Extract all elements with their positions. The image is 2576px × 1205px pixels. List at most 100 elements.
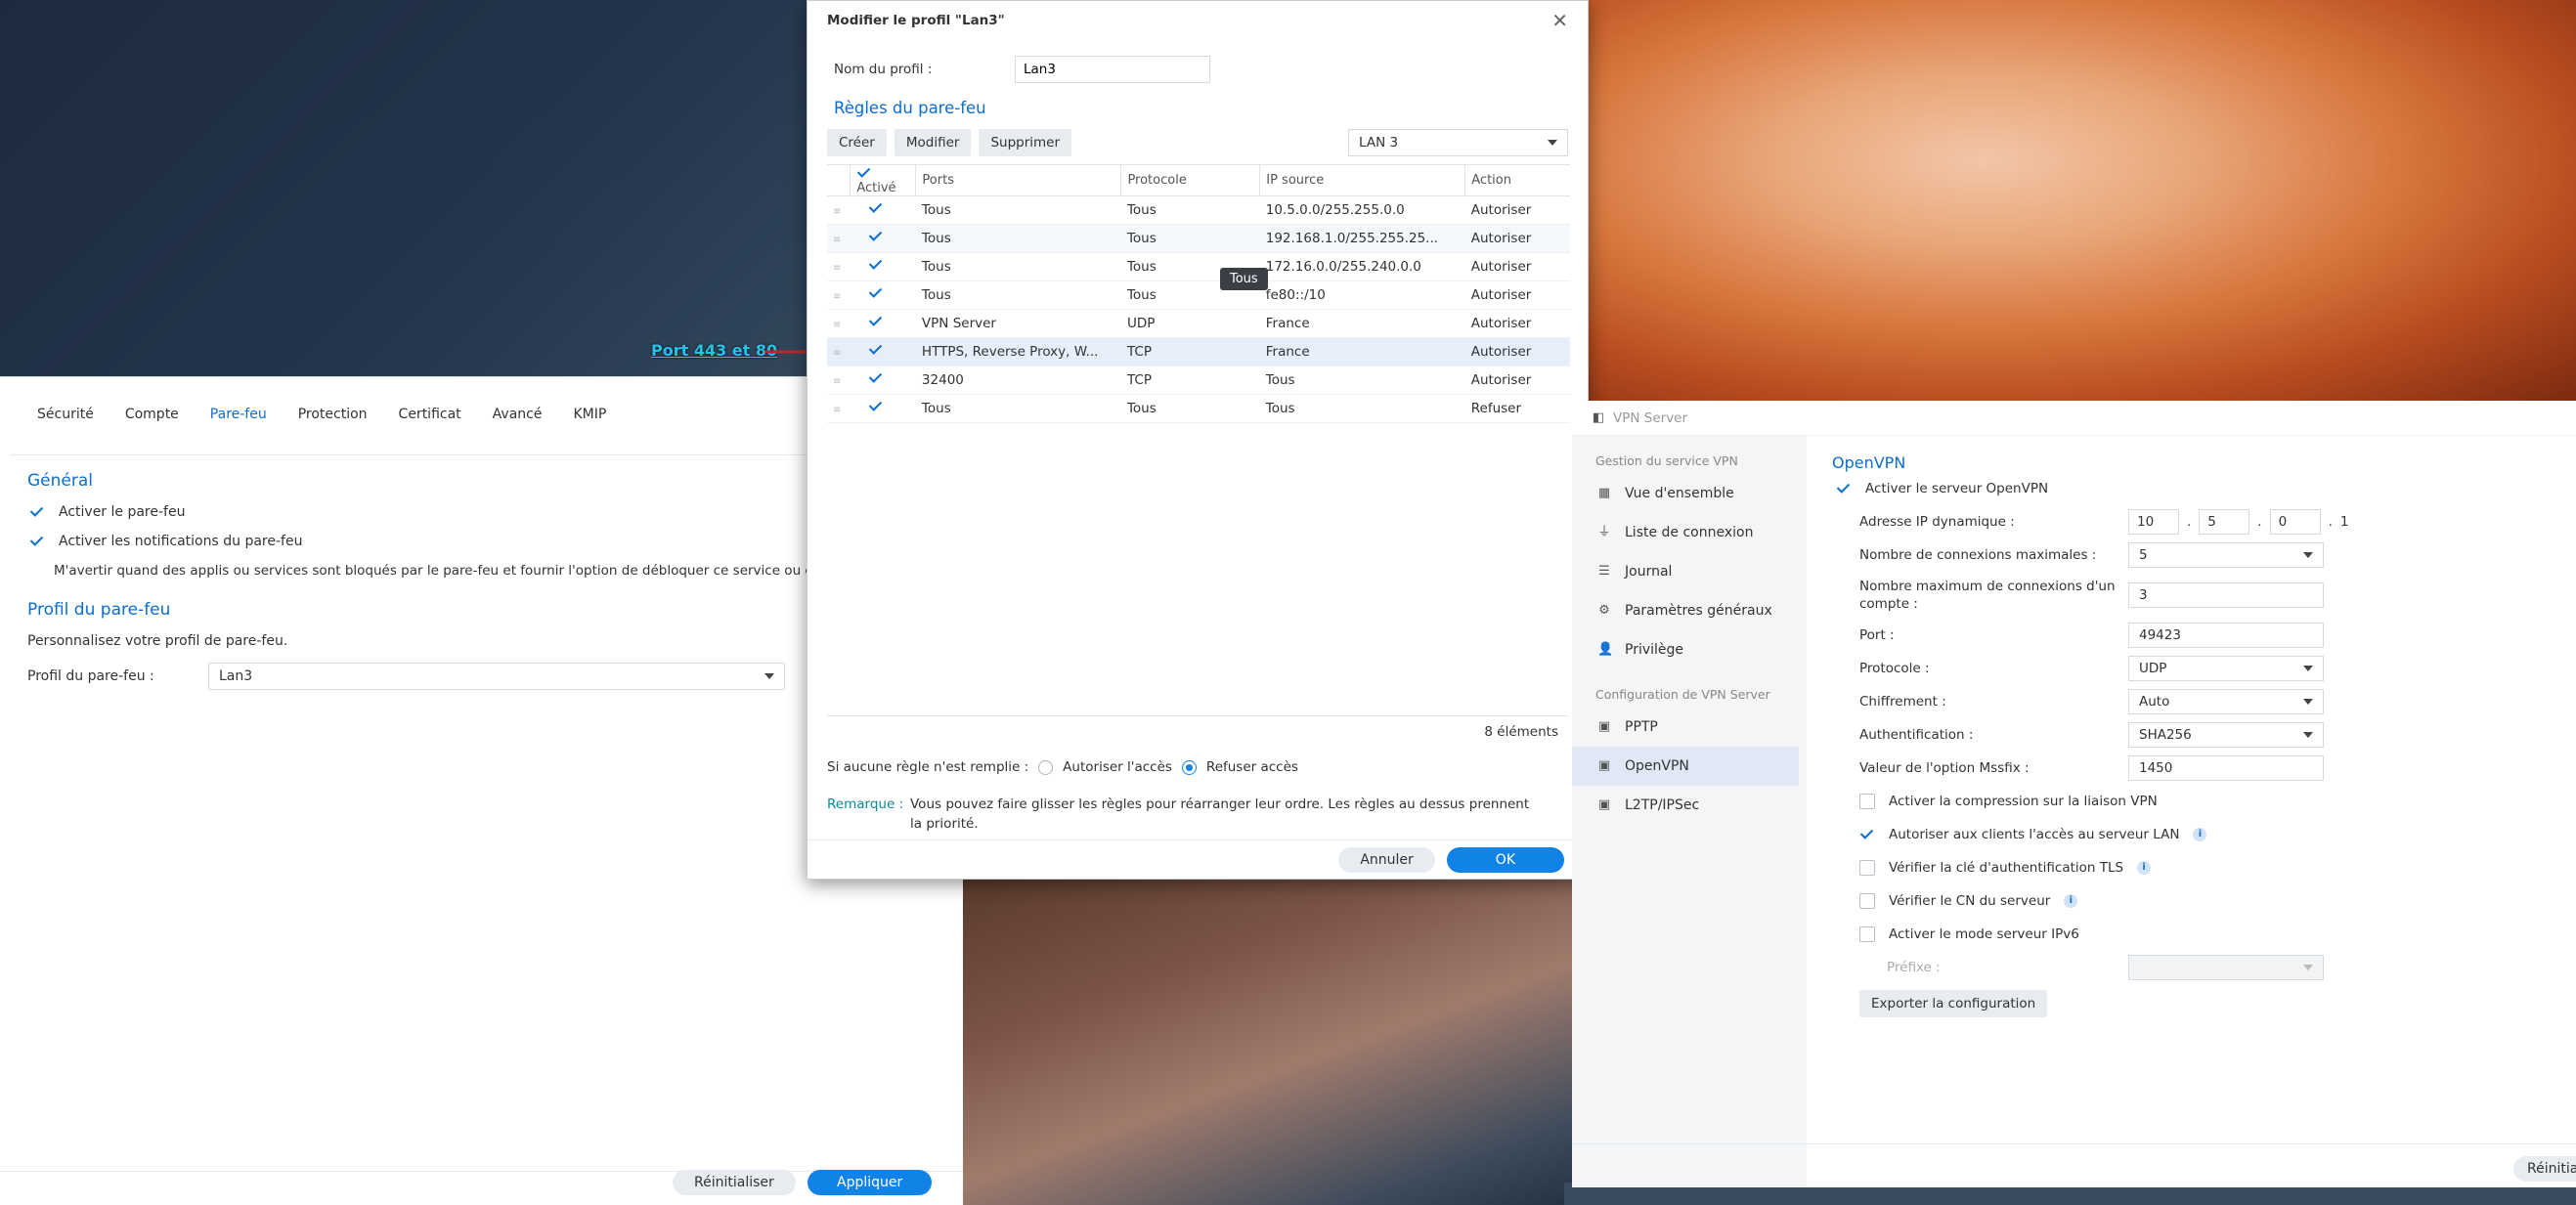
check-icon: [29, 534, 45, 549]
interface-select[interactable]: LAN 3: [1348, 129, 1568, 156]
apply-button[interactable]: Appliquer: [808, 1170, 933, 1195]
create-button[interactable]: Créer: [827, 129, 887, 156]
check-icon[interactable]: [868, 257, 884, 273]
sidebar-item-general-settings[interactable]: ⚙ Paramètres généraux: [1572, 591, 1807, 630]
tab-avance[interactable]: Avancé: [493, 407, 543, 430]
sidebar-item-privilege[interactable]: 👤 Privilège: [1572, 630, 1807, 669]
table-row[interactable]: ≡ Tous Tous 192.168.1.0/255.255.25... Au…: [827, 224, 1570, 253]
table-row[interactable]: ≡ 32400 TCP Tous Autoriser: [827, 366, 1570, 395]
auth-select[interactable]: SHA256: [2128, 722, 2324, 748]
delete-button[interactable]: Supprimer: [979, 129, 1072, 156]
drag-handle-icon[interactable]: ≡: [833, 348, 841, 359]
ok-button[interactable]: OK: [1446, 846, 1564, 873]
drag-handle-icon[interactable]: ≡: [833, 291, 841, 302]
max-account-value: 3: [2139, 587, 2148, 603]
drag-handle-icon[interactable]: ≡: [833, 320, 841, 330]
source-header[interactable]: IP source: [1259, 164, 1465, 196]
check-icon[interactable]: [868, 200, 884, 216]
close-icon[interactable]: ✕: [1551, 9, 1568, 32]
tab-compte[interactable]: Compte: [125, 407, 179, 430]
tab-protection[interactable]: Protection: [298, 407, 368, 430]
max-account-input[interactable]: 3: [2128, 582, 2324, 608]
tab-pare-feu[interactable]: Pare-feu: [210, 407, 267, 430]
lan-access-checkbox[interactable]: Autoriser aux clients l'accès au serveur…: [1832, 818, 2576, 851]
tls-label: Vérifier la clé d'authentification TLS: [1889, 860, 2124, 876]
compression-checkbox[interactable]: Activer la compression sur la liaison VP…: [1832, 785, 2576, 818]
rule-protocol: Tous: [1120, 195, 1260, 225]
action-header[interactable]: Action: [1464, 164, 1570, 196]
modify-button[interactable]: Modifier: [894, 129, 972, 156]
vpn-title-bar: ◧ VPN Server: [1572, 401, 2576, 436]
remark-label: Remarque :: [827, 796, 904, 812]
info-icon[interactable]: i: [2193, 828, 2207, 841]
sidebar-item-openvpn[interactable]: ▣ OpenVPN: [1572, 747, 1799, 786]
enable-openvpn-label: Activer le serveur OpenVPN: [1865, 481, 2049, 496]
check-icon[interactable]: [868, 229, 884, 244]
table-row[interactable]: ≡ Tous Tous 172.16.0.0/255.240.0.0 Autor…: [827, 252, 1570, 281]
rule-source: France: [1259, 309, 1465, 338]
port-input[interactable]: 49423: [2128, 623, 2324, 648]
mssfix-input[interactable]: 1450: [2128, 755, 2324, 781]
rules-heading: Règles du pare-feu: [834, 99, 986, 117]
check-icon[interactable]: [868, 399, 884, 414]
sidebar-item-l2tp[interactable]: ▣ L2TP/IPSec: [1572, 786, 1807, 825]
export-config-button[interactable]: Exporter la configuration: [1859, 990, 2048, 1017]
allow-access-radio[interactable]: [1038, 759, 1054, 775]
protocol-label: Protocole :: [1859, 661, 1930, 676]
mssfix-row: Valeur de l'option Mssfix : 1450: [1832, 752, 2576, 785]
check-icon[interactable]: [868, 370, 884, 386]
chevron-down-icon: [1548, 140, 1557, 146]
table-row[interactable]: ≡ Tous Tous fe80::/10 Autoriser: [827, 280, 1570, 310]
chevron-down-icon: [2303, 732, 2313, 738]
protocol-header[interactable]: Protocole: [1120, 164, 1260, 196]
table-row[interactable]: ≡ VPN Server UDP France Autoriser: [827, 309, 1570, 338]
tab-kmip[interactable]: KMIP: [573, 407, 606, 430]
protocol-select[interactable]: UDP: [2128, 656, 2324, 681]
drag-handle-icon[interactable]: ≡: [833, 376, 841, 387]
ipv6-checkbox[interactable]: Activer le mode serveur IPv6: [1832, 918, 2576, 951]
profile-name-input[interactable]: [1015, 56, 1210, 83]
sidebar-item-connections[interactable]: ⏚ Liste de connexion: [1572, 513, 1807, 552]
deny-access-radio[interactable]: [1181, 759, 1197, 775]
tls-checkbox[interactable]: Vérifier la clé d'authentification TLS i: [1832, 851, 2576, 884]
sidebar-item-pptp[interactable]: ▣ PPTP: [1572, 708, 1807, 747]
info-icon[interactable]: i: [2064, 894, 2078, 908]
check-icon[interactable]: [868, 342, 884, 358]
auth-label: Authentification :: [1859, 727, 1974, 743]
drag-handle-icon[interactable]: ≡: [833, 405, 841, 415]
drag-handle-icon[interactable]: ≡: [833, 206, 841, 217]
max-connections-select[interactable]: 5: [2128, 542, 2324, 568]
ip-octet-2[interactable]: 5: [2199, 509, 2250, 535]
reset-button[interactable]: Réinitialiser: [673, 1170, 796, 1195]
compression-label: Activer la compression sur la liaison VP…: [1889, 794, 2158, 809]
profile-select[interactable]: Lan3: [208, 663, 785, 690]
table-row[interactable]: ≡ Tous Tous Tous Refuser: [827, 394, 1570, 423]
tab-certificat[interactable]: Certificat: [399, 407, 461, 430]
table-row[interactable]: ≡ HTTPS, Reverse Proxy, W... TCP France …: [827, 337, 1570, 366]
sidebar-item-log[interactable]: ☰ Journal: [1572, 552, 1807, 591]
info-icon[interactable]: i: [2137, 861, 2152, 875]
tab-securite[interactable]: Sécurité: [37, 407, 94, 430]
cancel-button[interactable]: Annuler: [1338, 846, 1435, 873]
sidebar-item-label: Journal: [1625, 564, 1673, 580]
cn-checkbox[interactable]: Vérifier le CN du serveur i: [1832, 884, 2576, 918]
drag-handle-icon[interactable]: ≡: [833, 263, 841, 274]
vpn-reset-button[interactable]: Réinitia: [2513, 1156, 2576, 1182]
ip-octet-3[interactable]: 0: [2269, 509, 2321, 535]
sidebar-item-overview[interactable]: ▦ Vue d'ensemble: [1572, 474, 1807, 513]
encryption-select[interactable]: Auto: [2128, 689, 2324, 714]
sidebar-section-service: Gestion du service VPN: [1595, 453, 1738, 468]
rule-protocol: Tous: [1120, 224, 1260, 253]
ip-octet-1[interactable]: 10: [2128, 509, 2179, 535]
enabled-header[interactable]: Activé: [850, 164, 916, 196]
check-icon[interactable]: [868, 314, 884, 329]
ip-octet-4: 1: [2339, 514, 2349, 530]
user-lock-icon: 👤: [1597, 642, 1614, 657]
table-row[interactable]: ≡ Tous Tous 10.5.0.0/255.255.0.0 Autoris…: [827, 195, 1570, 225]
enable-openvpn-checkbox[interactable]: Activer le serveur OpenVPN: [1832, 472, 2576, 505]
check-icon[interactable]: [868, 285, 884, 301]
ports-header[interactable]: Ports: [915, 164, 1121, 196]
drag-handle-icon[interactable]: ≡: [833, 235, 841, 245]
wallpaper-right: [1589, 0, 2576, 401]
remark: Remarque : Vous pouvez faire glisser les…: [827, 795, 1588, 834]
